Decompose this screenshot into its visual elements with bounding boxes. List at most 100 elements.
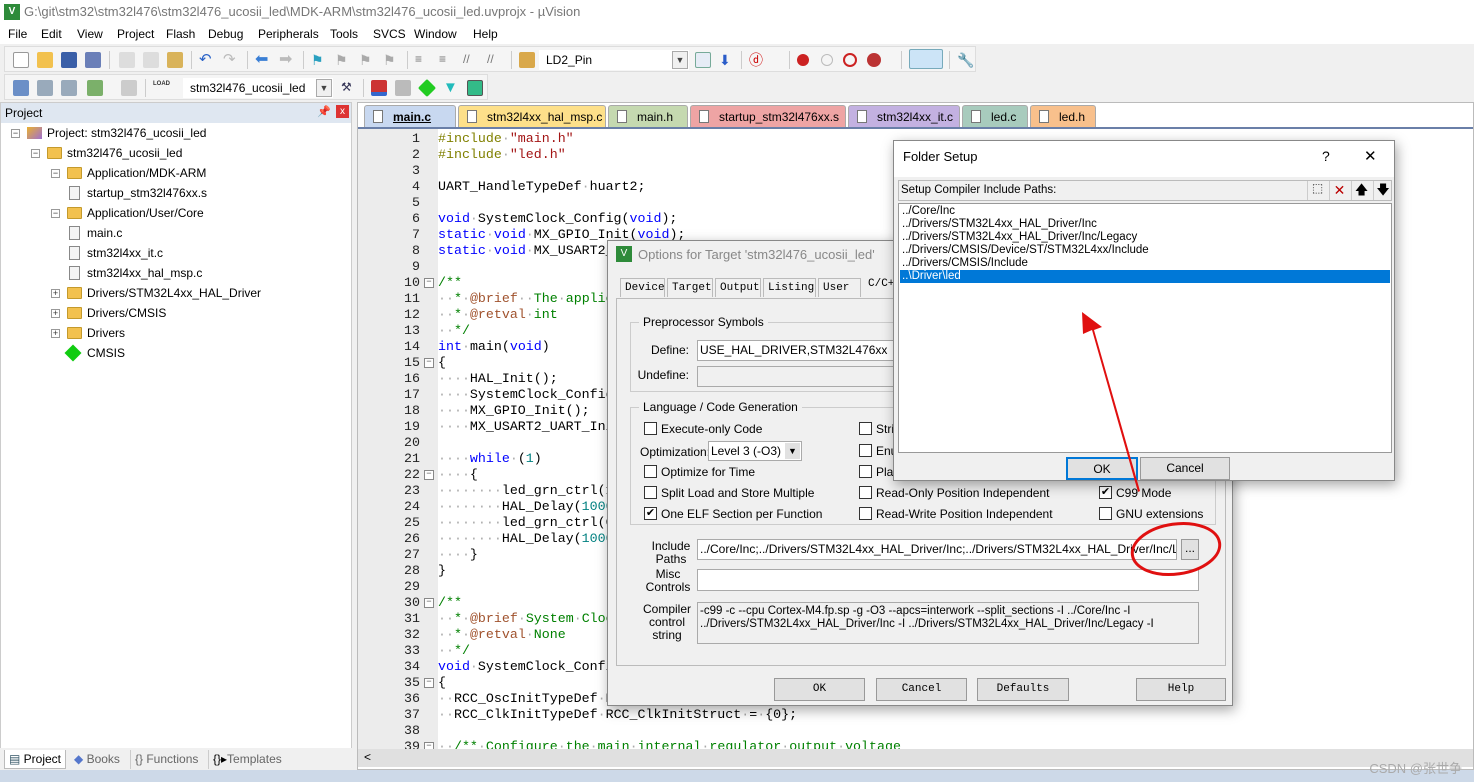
help-button[interactable]: Help <box>1136 678 1226 701</box>
disable-breakpoint-icon[interactable] <box>821 54 833 66</box>
kill-breakpoints-icon[interactable] <box>867 53 881 67</box>
manage-multi-project-icon[interactable] <box>395 80 411 96</box>
menu-flash[interactable]: Flash <box>166 27 195 41</box>
cancel-button[interactable]: Cancel <box>876 678 967 701</box>
copy-icon[interactable] <box>143 52 159 68</box>
fold-icon[interactable]: − <box>424 358 434 368</box>
menu-svcs[interactable]: SVCS <box>373 27 406 41</box>
tab-main-h[interactable]: main.h <box>608 105 688 127</box>
fold-icon[interactable]: − <box>424 278 434 288</box>
chevron-down-icon[interactable]: ▼ <box>316 79 332 97</box>
find-in-files-icon[interactable] <box>519 52 535 68</box>
unindent-icon[interactable]: ≡ <box>439 52 455 68</box>
ok-button[interactable]: OK <box>1066 457 1138 480</box>
rebuild-icon[interactable] <box>61 80 77 96</box>
tree-item[interactable]: startup_stm32l476xx.s <box>1 185 341 203</box>
tab-device[interactable]: Device <box>620 278 665 297</box>
expander-icon[interactable]: + <box>51 309 60 318</box>
chevron-down-icon[interactable]: ▼ <box>785 443 800 459</box>
expander-icon[interactable]: − <box>51 209 60 218</box>
next-bookmark-icon[interactable]: ⚑ <box>359 52 375 68</box>
configure-icon[interactable]: 🔧 <box>957 52 974 68</box>
checkbox-split-load[interactable] <box>644 486 657 499</box>
undo-icon[interactable]: ↶ <box>199 52 215 68</box>
menu-tools[interactable]: Tools <box>330 27 358 41</box>
new-file-icon[interactable] <box>13 52 29 68</box>
checkbox-c99[interactable]: ✔ <box>1099 486 1112 499</box>
clear-bookmarks-icon[interactable]: ⚑ <box>383 52 399 68</box>
defaults-button[interactable]: Defaults <box>977 678 1069 701</box>
horizontal-scrollbar[interactable]: < <box>358 749 1473 767</box>
tab-led-c[interactable]: led.c <box>962 105 1028 127</box>
expander-icon[interactable]: − <box>11 129 20 138</box>
menu-view[interactable]: View <box>77 27 103 41</box>
pack-installer-icon[interactable] <box>467 80 483 96</box>
tree-item[interactable]: +stm32l4xx_it.c <box>1 245 341 263</box>
tree-item[interactable]: +main.c <box>1 225 341 243</box>
pin-icon[interactable]: 📌 <box>317 105 331 118</box>
target-combo[interactable]: stm32l476_ucosii_led ▼ <box>183 78 333 98</box>
manage-project-icon[interactable] <box>371 80 387 96</box>
tab-functions[interactable]: {} Functions <box>130 750 202 769</box>
include-paths-input[interactable]: ../Core/Inc;../Drivers/STM32L4xx_HAL_Dri… <box>697 539 1177 560</box>
menu-help[interactable]: Help <box>473 27 498 41</box>
tab-output[interactable]: Output <box>715 278 761 297</box>
fold-icon[interactable]: − <box>424 598 434 608</box>
help-icon[interactable]: ? <box>1322 148 1330 164</box>
chevron-down-icon[interactable]: ▼ <box>672 51 688 69</box>
paste-icon[interactable] <box>167 52 183 68</box>
tab-listing[interactable]: Listing <box>763 278 816 297</box>
tree-item[interactable]: − stm32l476_ucosii_led <box>1 145 341 163</box>
translate-icon[interactable] <box>13 80 29 96</box>
breakpoint-icon[interactable] <box>797 54 809 66</box>
tree-item[interactable]: +stm32l4xx_hal_msp.c <box>1 265 341 283</box>
optimization-select[interactable]: Level 3 (-O3) ▼ <box>708 441 802 461</box>
checkbox-execute-only[interactable] <box>644 422 657 435</box>
checkbox-ropi[interactable] <box>859 486 872 499</box>
browse-include-paths-button[interactable]: ... <box>1181 539 1199 560</box>
select-packs-icon[interactable]: ▼ <box>443 80 459 96</box>
save-all-icon[interactable] <box>85 52 101 68</box>
tab-templates[interactable]: {}▸Templates <box>208 750 286 769</box>
expander-icon[interactable]: + <box>51 329 60 338</box>
fold-icon[interactable]: − <box>424 678 434 688</box>
tree-item[interactable]: + Drivers/STM32L4xx_HAL_Driver <box>1 285 341 303</box>
build-icon[interactable] <box>37 80 53 96</box>
tree-item[interactable]: CMSIS <box>1 344 341 363</box>
batch-build-icon[interactable] <box>87 80 103 96</box>
checkbox-one-elf[interactable]: ✔ <box>644 507 657 520</box>
menu-debug[interactable]: Debug <box>208 27 243 41</box>
tab-stm32l4xx_it-c[interactable]: stm32l4xx_it.c <box>848 105 960 127</box>
nav-back-icon[interactable]: ⬅ <box>255 52 271 68</box>
menu-peripherals[interactable]: Peripherals <box>258 27 319 41</box>
ok-button[interactable]: OK <box>774 678 865 701</box>
move-down-icon[interactable]: 🡇 <box>1373 181 1392 200</box>
move-up-icon[interactable]: 🡅 <box>1351 181 1371 200</box>
nav-forward-icon[interactable]: ➡ <box>279 52 295 68</box>
close-icon[interactable]: ✕ <box>1364 147 1377 165</box>
menu-edit[interactable]: Edit <box>41 27 62 41</box>
tab-project[interactable]: ▤ Project <box>4 750 67 769</box>
checkbox-enum[interactable] <box>859 444 872 457</box>
target-options-icon[interactable]: ⚒ <box>341 80 357 96</box>
manage-rte-icon[interactable] <box>417 78 437 98</box>
tab-books[interactable]: ◆ Books <box>70 750 124 769</box>
fold-icon[interactable]: − <box>424 470 434 480</box>
incremental-find-icon[interactable]: ⬇ <box>719 52 735 68</box>
include-path-item[interactable]: ../Drivers/CMSIS/Include <box>900 257 1390 270</box>
load-icon[interactable]: LOAD <box>153 80 170 96</box>
window-layout-icon[interactable] <box>909 49 943 69</box>
checkbox-gnu[interactable] <box>1099 507 1112 520</box>
include-path-item[interactable]: ../Drivers/STM32L4xx_HAL_Driver/Inc/Lega… <box>900 231 1390 244</box>
tree-item[interactable]: − Application/MDK-ARM <box>1 165 341 183</box>
include-path-item[interactable]: ../Drivers/STM32L4xx_HAL_Driver/Inc <box>900 218 1390 231</box>
find-combo[interactable]: LD2_Pin ▼ <box>539 50 689 70</box>
new-folder-icon[interactable]: ⬚ <box>1307 181 1327 200</box>
cut-icon[interactable] <box>119 52 135 68</box>
include-path-item[interactable]: ../Core/Inc <box>900 205 1390 218</box>
debug-session-icon[interactable]: ⓓ <box>749 52 765 68</box>
comment-icon[interactable]: // <box>463 52 479 68</box>
menu-file[interactable]: File <box>8 27 27 41</box>
tab-user[interactable]: User <box>818 278 861 297</box>
open-icon[interactable] <box>37 52 53 68</box>
